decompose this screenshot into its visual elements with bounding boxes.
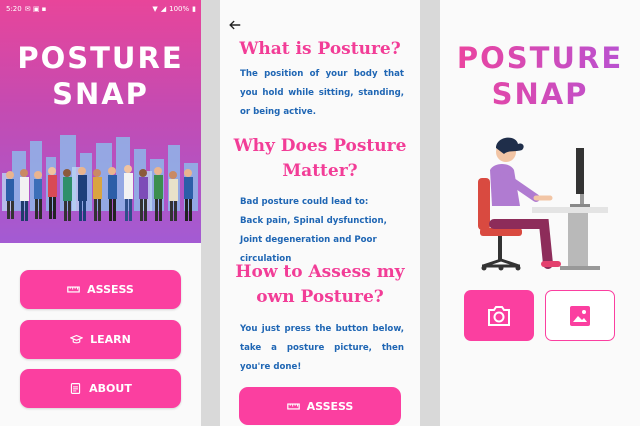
camera-icon: [488, 305, 510, 326]
paragraph-why-line1: Bad posture could lead to:: [240, 197, 369, 207]
app-title: POSTURE SNAP: [0, 40, 201, 112]
heading-how-line2: own Posture?: [256, 287, 384, 307]
app-title-line2: SNAP: [491, 77, 589, 111]
paragraph-why-posture-matters: Bad posture could lead to: Back pain, Sp…: [240, 193, 404, 269]
heading-why-posture-matters: Why Does Posture Matter?: [220, 134, 420, 184]
heading-how-line1: How to Assess my: [235, 262, 405, 282]
assess-button-label: ASSESS: [306, 399, 354, 413]
assess-button[interactable]: ASSESS: [20, 270, 181, 309]
app-title-line1: POSTURE: [456, 41, 624, 75]
graduation-cap-icon: [70, 334, 84, 344]
paragraph-what-is-posture: The position of your body that you hold …: [240, 69, 404, 117]
camera-button[interactable]: [464, 290, 534, 341]
status-time: 5:20: [6, 4, 22, 13]
city-people-illustration: [2, 135, 198, 221]
snap-screen: POSTURE SNAP: [440, 0, 640, 426]
learn-button[interactable]: LEARN: [20, 320, 181, 359]
heading-why-line2: Matter?: [282, 161, 358, 181]
gallery-button[interactable]: [545, 290, 615, 341]
hero-banner: 5:20 ✉ ▣ ▪ ▼ ◢ 100% ▮ POSTURE SNAP: [0, 0, 201, 243]
desk-posture-illustration: [478, 137, 608, 271]
notification-icon: ✉ ▣ ▪: [24, 4, 47, 13]
paragraph-how-to-assess: You just press the button below, take a …: [240, 324, 404, 372]
about-button-label: ABOUT: [89, 382, 132, 395]
assess-button-label: ASSESS: [87, 283, 134, 296]
app-title-line1: POSTURE: [17, 41, 184, 75]
battery-percent: 100%: [169, 4, 190, 13]
ruler-icon: [286, 402, 300, 410]
learn-button-label: LEARN: [90, 333, 131, 346]
heading-why-line1: Why Does Posture: [233, 136, 407, 156]
app-title: POSTURE SNAP: [440, 40, 640, 112]
app-title-line2: SNAP: [52, 77, 149, 111]
battery-icon: ▮: [192, 4, 196, 13]
ruler-icon: [67, 286, 80, 293]
document-icon: [71, 383, 81, 394]
assess-button[interactable]: ASSESS: [239, 387, 401, 425]
status-bar: 5:20 ✉ ▣ ▪ ▼ ◢ 100% ▮: [6, 3, 196, 14]
heading-how-to-assess: How to Assess my own Posture?: [220, 260, 420, 310]
wifi-icon: ▼: [152, 4, 158, 13]
about-button[interactable]: ABOUT: [20, 369, 181, 408]
signal-icon: ◢: [160, 4, 167, 13]
arrow-left-icon[interactable]: [228, 18, 242, 32]
image-icon: [570, 305, 590, 326]
learn-screen: What is Posture? The position of your bo…: [220, 0, 420, 426]
home-screen: 5:20 ✉ ▣ ▪ ▼ ◢ 100% ▮ POSTURE SNAP ASSES…: [0, 0, 201, 426]
heading-what-is-posture: What is Posture?: [239, 39, 401, 59]
